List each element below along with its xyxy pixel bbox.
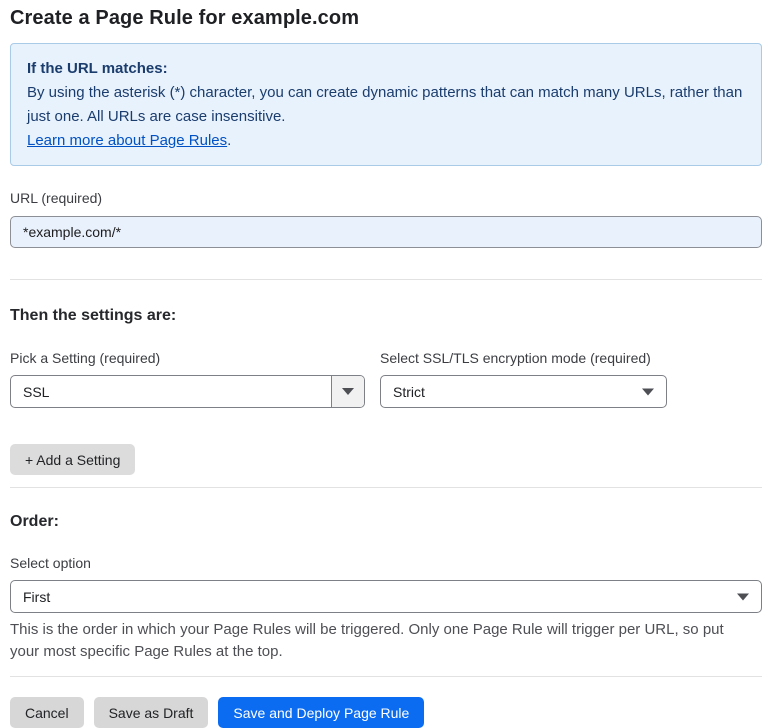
order-select-value: First bbox=[23, 588, 51, 605]
divider bbox=[10, 279, 762, 280]
link-suffix-period: . bbox=[227, 132, 232, 149]
learn-more-link[interactable]: Learn more about Page Rules bbox=[27, 132, 227, 149]
order-select[interactable]: First bbox=[10, 580, 762, 613]
footer-actions: Cancel Save as Draft Save and Deploy Pag… bbox=[10, 697, 762, 728]
ssl-mode-select[interactable]: Strict bbox=[380, 375, 667, 408]
url-field-label: URL (required) bbox=[10, 190, 103, 206]
pick-setting-select[interactable]: SSL bbox=[10, 375, 365, 408]
ssl-mode-column: Select SSL/TLS encryption mode (required… bbox=[380, 349, 667, 408]
page-title: Create a Page Rule for example.com bbox=[10, 7, 360, 29]
ssl-mode-label: Select SSL/TLS encryption mode (required… bbox=[380, 350, 651, 366]
pick-setting-value: SSL bbox=[23, 383, 50, 400]
order-section-heading: Order: bbox=[10, 513, 59, 530]
add-setting-button[interactable]: + Add a Setting bbox=[10, 444, 136, 475]
chevron-down-icon bbox=[737, 593, 749, 600]
settings-selects-row: Pick a Setting (required) SSL Select SSL… bbox=[10, 349, 762, 408]
order-help-text: This is the order in which your Page Rul… bbox=[10, 621, 724, 660]
info-box-heading: If the URL matches: bbox=[27, 60, 168, 77]
cancel-button[interactable]: Cancel bbox=[10, 697, 84, 728]
pick-setting-label: Pick a Setting (required) bbox=[10, 350, 161, 366]
settings-section-heading: Then the settings are: bbox=[10, 307, 177, 324]
info-box-body: By using the asterisk (*) character, you… bbox=[27, 84, 743, 125]
order-select-label: Select option bbox=[10, 555, 91, 571]
save-as-draft-button[interactable]: Save as Draft bbox=[93, 697, 209, 728]
divider bbox=[10, 487, 762, 488]
pick-setting-dropdown-button[interactable] bbox=[331, 376, 364, 407]
info-box-link-line: Learn more about Page Rules. bbox=[27, 129, 745, 153]
save-and-deploy-button[interactable]: Save and Deploy Page Rule bbox=[218, 697, 425, 728]
chevron-down-icon bbox=[642, 388, 654, 395]
pick-setting-column: Pick a Setting (required) SSL bbox=[10, 349, 365, 408]
chevron-down-icon bbox=[342, 388, 354, 395]
ssl-mode-value: Strict bbox=[393, 383, 425, 400]
url-input[interactable] bbox=[10, 216, 762, 248]
url-match-info-box: If the URL matches: By using the asteris… bbox=[10, 43, 762, 166]
divider bbox=[10, 676, 762, 677]
